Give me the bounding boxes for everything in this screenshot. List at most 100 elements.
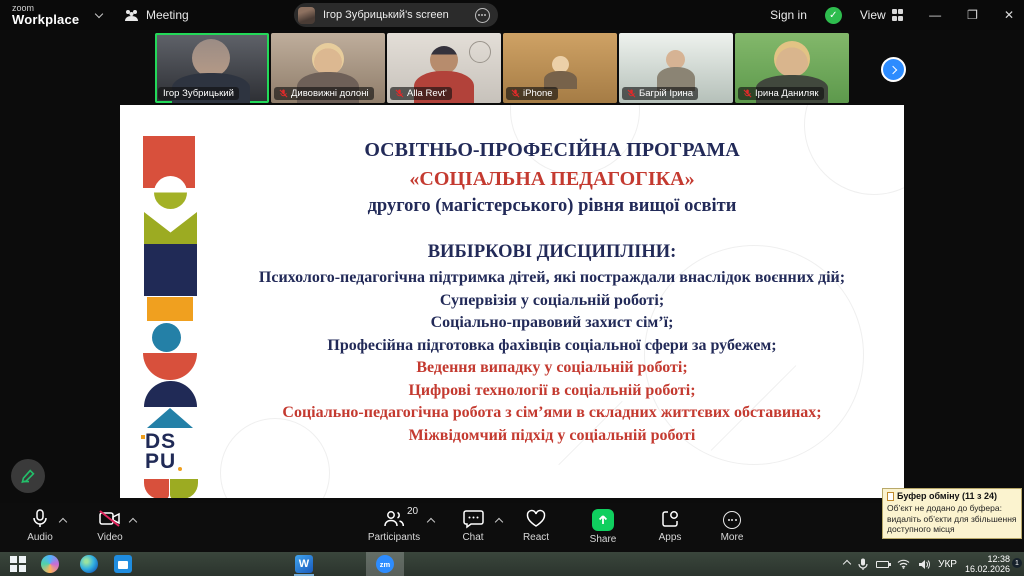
logo-orange-bar (147, 297, 193, 321)
chat-button[interactable]: Chat (443, 509, 503, 543)
participant-name: Дивовижні долоні (291, 88, 369, 99)
muted-mic-icon (627, 89, 636, 98)
clipboard-popup: Буфер обміну (11 з 24) Об’єкт не додано … (882, 488, 1022, 539)
participant-name-tag: Багрій Ірина (622, 87, 698, 100)
participant-name: Ірина Даниляк (755, 88, 819, 99)
participants-button[interactable]: 20 Participants (360, 509, 428, 543)
system-tray: УКР 12:38 16.02.2026 1 (844, 552, 1018, 576)
microphone-icon (31, 509, 49, 529)
slide-title: ОСВІТНЬО-ПРОФЕСІЙНА ПРОГРАМА (208, 139, 896, 162)
logo-red-semicircle (143, 353, 197, 380)
brand-workplace: Workplace (12, 12, 79, 27)
windows-taskbar: W zm УКР 12:38 16.02.2026 1 (0, 552, 1024, 576)
share-options-ellipsis-icon[interactable] (475, 8, 490, 23)
minimize-button[interactable]: — (929, 8, 941, 22)
slide-section-heading: ВИБІРКОВІ ДИСЦИПЛІНИ: (208, 242, 896, 263)
video-tile-igor-zubrytskyi[interactable]: Ігор Зубрицький (155, 33, 269, 103)
discipline-item: Професійна підготовка фахівців соціально… (208, 335, 896, 358)
tab-meeting[interactable]: Meeting (124, 0, 189, 30)
taskbar-zoom-icon[interactable]: zm (376, 555, 394, 573)
more-button[interactable]: More (702, 509, 762, 543)
next-videos-button[interactable] (881, 57, 906, 82)
taskbar-store-icon[interactable] (114, 555, 132, 573)
apps-button[interactable]: Apps (640, 509, 700, 543)
taskbar-copilot-icon[interactable] (41, 555, 59, 573)
shared-screen-slide: DS PU ОСВІТНЬО-ПРОФЕСІЙНА ПРОГРАМА «СОЦІ… (120, 105, 904, 498)
dspu-logo-text: DS PU (145, 432, 176, 472)
sharer-avatar (298, 7, 315, 24)
shared-screen-banner[interactable]: Ігор Зубрицький's screen (294, 3, 498, 27)
participant-name: iPhone (523, 88, 553, 99)
participant-name-tag: Alla Revt' (390, 87, 452, 100)
tray-volume-icon[interactable] (918, 559, 930, 570)
discipline-item: Соціально-правовий захист сім’ї; (208, 312, 896, 335)
wall-clock (469, 41, 491, 63)
zoom-meeting-window: zoom Workplace Meeting Ігор Зубрицький's… (0, 0, 1024, 576)
meeting-toolbar: Audio Video 20 Participants Chat React (0, 503, 1024, 552)
participant-name-tag: Ігор Зубрицький (158, 87, 239, 100)
annotate-button[interactable] (11, 459, 45, 493)
brand-chevron-down-icon[interactable] (95, 10, 103, 18)
sign-in-button[interactable]: Sign in (770, 8, 807, 22)
logo-half-circle (154, 176, 187, 209)
clipboard-popup-body: Об’єкт не додано до буфера: видаліть об’… (887, 503, 1017, 535)
video-button[interactable]: Video (80, 509, 140, 543)
more-ellipsis-icon (723, 511, 741, 529)
security-shield-icon[interactable]: ✓ (825, 7, 842, 24)
muted-mic-icon (743, 89, 752, 98)
video-tile-dyvovyzhni-doloni[interactable]: Дивовижні долоні (271, 33, 385, 103)
participant-name-tag: iPhone (506, 87, 558, 100)
audio-button[interactable]: Audio (10, 509, 70, 543)
participant-name: Ігор Зубрицький (163, 88, 234, 99)
share-screen-icon (592, 509, 614, 531)
discipline-item: Ведення випадку у соціальній роботі; (208, 357, 896, 380)
share-button[interactable]: Share (573, 509, 633, 545)
participants-options-chevron[interactable] (427, 518, 435, 526)
view-layout-icon (892, 9, 904, 21)
participants-count: 20 (407, 506, 418, 517)
participant-name-tag: Дивовижні долоні (274, 87, 374, 100)
taskbar-edge-icon[interactable] (80, 555, 98, 573)
participant-name: Багрій Ірина (639, 88, 693, 99)
muted-mic-icon (511, 89, 520, 98)
discipline-item: Цифрові технології в соціальній роботі; (208, 380, 896, 403)
tray-microphone-icon[interactable] (858, 558, 868, 571)
tray-wifi-icon[interactable] (897, 559, 910, 569)
tray-battery-icon[interactable] (876, 561, 889, 568)
start-button[interactable] (10, 555, 28, 573)
video-tile-alla-revt[interactable]: Alla Revt' (387, 33, 501, 103)
clipboard-popup-title-row: Буфер обміну (11 з 24) (887, 491, 1017, 502)
camera-off-icon (98, 509, 122, 529)
heart-icon (525, 509, 547, 529)
muted-mic-icon (395, 89, 404, 98)
apps-icon (660, 509, 680, 529)
discipline-item: Міжвідомчий підхід у соціальній роботі (208, 425, 896, 448)
restore-button[interactable]: ❐ (967, 8, 978, 22)
react-button[interactable]: React (506, 509, 566, 543)
chevron-right-icon (888, 65, 896, 73)
video-tile-bahrii-iryna[interactable]: Багрій Ірина (619, 33, 733, 103)
clipboard-popup-title: Буфер обміну (11 з 24) (897, 491, 997, 502)
muted-mic-icon (279, 89, 288, 98)
chat-bubble-icon (463, 509, 484, 529)
discipline-item: Психолого-педагогічна підтримка дітей, я… (208, 267, 896, 290)
logo-navy-semicircle (144, 381, 197, 407)
tray-language-indicator[interactable]: УКР (938, 559, 957, 570)
clipboard-icon (887, 492, 894, 501)
slide-subtitle: «СОЦІАЛЬНА ПЕДАГОГІКА» (208, 168, 896, 191)
view-button[interactable]: View (860, 8, 903, 22)
view-label: View (860, 8, 886, 22)
tray-time: 12:38 (965, 554, 1010, 564)
tray-clock[interactable]: 12:38 16.02.2026 (965, 554, 1010, 574)
video-tile-iryna-danyliak[interactable]: Ірина Даниляк (735, 33, 849, 103)
participant-name: Alla Revt' (407, 88, 447, 99)
taskbar-word-icon[interactable]: W (295, 555, 313, 573)
tab-meeting-label: Meeting (146, 8, 189, 22)
close-button[interactable]: ✕ (1004, 8, 1014, 22)
discipline-item: Соціально-педагогічна робота з сім’ями в… (208, 402, 896, 425)
shared-screen-title: Ігор Зубрицький's screen (323, 9, 449, 21)
tray-hidden-icons-chevron[interactable] (843, 560, 851, 568)
pencil-icon (20, 468, 36, 484)
logo-navy-square (144, 244, 197, 296)
video-tile-iphone[interactable]: iPhone (503, 33, 617, 103)
